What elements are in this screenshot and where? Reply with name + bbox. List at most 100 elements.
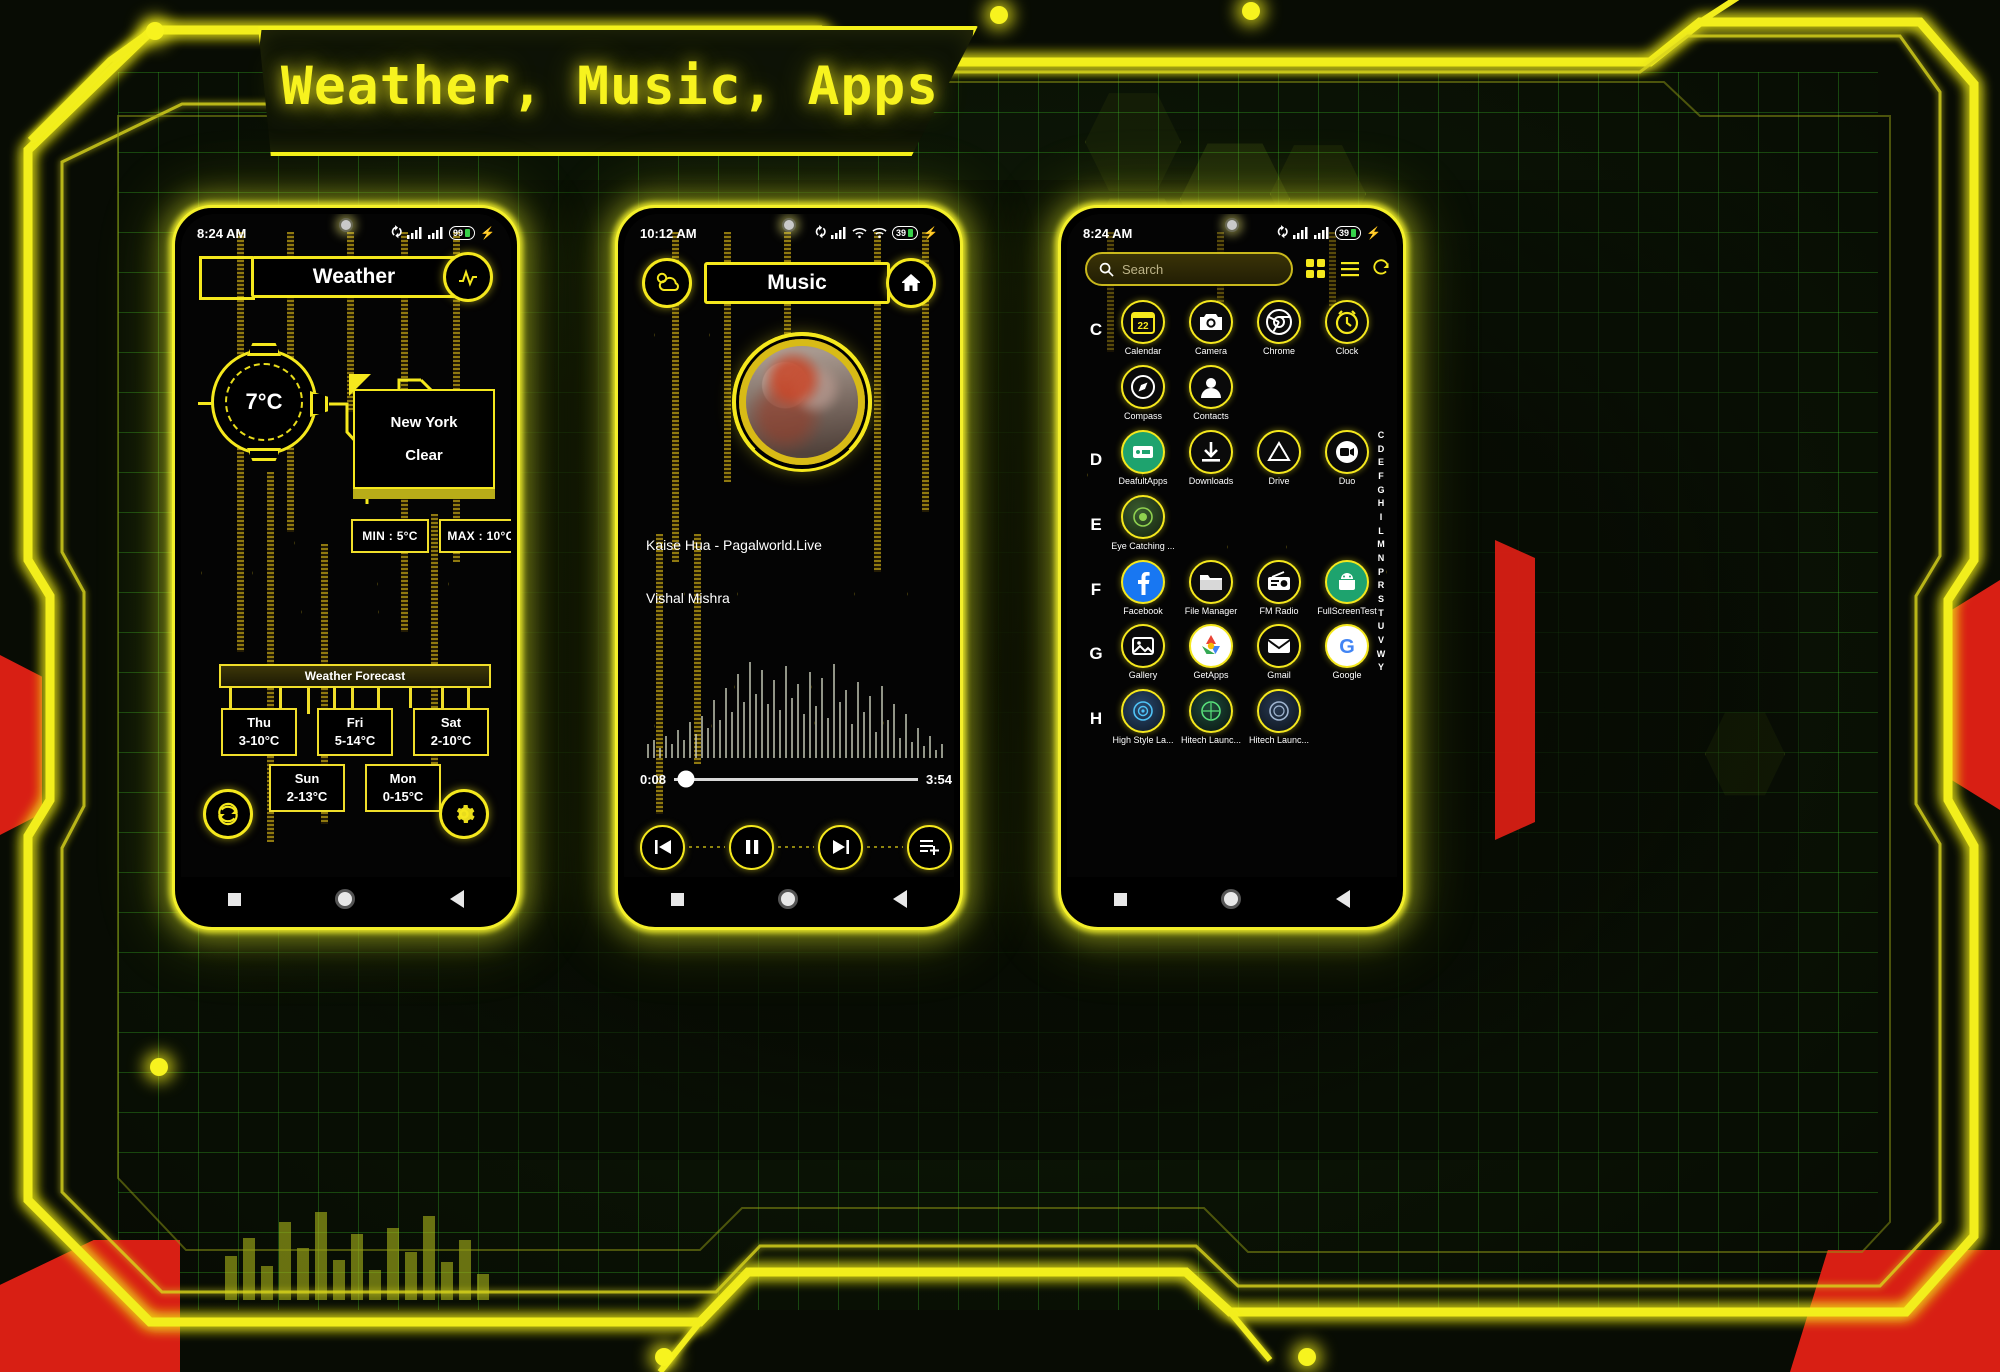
front-camera bbox=[782, 218, 796, 232]
az-index-letter[interactable]: N bbox=[1378, 552, 1385, 566]
seek-knob[interactable] bbox=[677, 770, 695, 788]
app-item[interactable]: Compass bbox=[1109, 364, 1177, 422]
forecast-range: 3-10°C bbox=[238, 733, 280, 748]
app-item[interactable]: FM Radio bbox=[1245, 559, 1313, 617]
search-input[interactable]: Search bbox=[1085, 252, 1293, 286]
app-item[interactable]: Hitech Launc... bbox=[1245, 689, 1313, 746]
app-item[interactable]: Gallery bbox=[1109, 624, 1177, 681]
az-index-letter[interactable]: G bbox=[1377, 484, 1384, 498]
recents-button[interactable] bbox=[1114, 892, 1128, 906]
previous-icon bbox=[654, 840, 671, 854]
grid-view-button[interactable] bbox=[1305, 258, 1327, 285]
next-button[interactable] bbox=[818, 824, 863, 870]
home-button[interactable] bbox=[335, 889, 356, 909]
app-item[interactable]: High Style La... bbox=[1109, 689, 1177, 746]
app-section: E Eye Catching ... bbox=[1083, 494, 1383, 558]
section-letter: C bbox=[1089, 320, 1103, 339]
menu-button[interactable] bbox=[1339, 258, 1361, 285]
battery-icon: 99 bbox=[449, 226, 476, 240]
seek-track[interactable] bbox=[674, 770, 918, 788]
app-item[interactable]: 22 Calendar bbox=[1109, 300, 1177, 357]
az-index-letter[interactable]: F bbox=[1378, 470, 1384, 484]
app-item[interactable]: Duo bbox=[1313, 429, 1381, 487]
playlist-add-button[interactable] bbox=[907, 824, 952, 870]
app-item[interactable]: GetApps bbox=[1177, 624, 1245, 681]
decor-ladders bbox=[624, 214, 954, 921]
city-weather-card: New York Clear bbox=[353, 389, 495, 489]
drawer-refresh-button[interactable] bbox=[1371, 258, 1391, 283]
app-item[interactable]: Clock bbox=[1313, 300, 1381, 357]
playback-controls bbox=[640, 819, 952, 875]
back-button[interactable] bbox=[449, 890, 464, 908]
app-item[interactable]: G Google bbox=[1313, 624, 1381, 681]
app-item[interactable]: Facebook bbox=[1109, 559, 1177, 617]
calendar-icon: 22 bbox=[1121, 300, 1165, 344]
az-index-letter[interactable]: P bbox=[1378, 566, 1384, 580]
music-title-text: Music bbox=[767, 271, 827, 294]
back-button[interactable] bbox=[1335, 890, 1350, 908]
app-item[interactable]: File Manager bbox=[1177, 559, 1245, 617]
music-home-button[interactable] bbox=[886, 258, 936, 308]
az-index-letter[interactable]: R bbox=[1378, 579, 1385, 593]
recents-button[interactable] bbox=[228, 892, 242, 906]
recents-button[interactable] bbox=[671, 892, 685, 906]
forecast-range: 0-15°C bbox=[382, 789, 424, 804]
bluetooth-icon: 🗘 bbox=[391, 224, 403, 239]
app-label: High Style La... bbox=[1112, 736, 1174, 746]
camera-icon bbox=[1189, 300, 1233, 344]
az-index-letter[interactable]: W bbox=[1377, 648, 1386, 662]
az-index-letter[interactable]: D bbox=[1378, 443, 1385, 457]
hitech2-icon bbox=[1257, 689, 1301, 734]
az-index-letter[interactable]: Y bbox=[1378, 661, 1384, 675]
title-banner: Weather, Music, Apps bbox=[250, 26, 970, 156]
pause-button[interactable] bbox=[729, 824, 774, 870]
app-item[interactable]: Gmail bbox=[1245, 624, 1313, 681]
compass-icon bbox=[1121, 364, 1165, 409]
app-item[interactable]: Downloads bbox=[1177, 429, 1245, 487]
az-index-letter[interactable]: I bbox=[1380, 511, 1383, 525]
next-icon bbox=[832, 840, 849, 854]
red-accent-right bbox=[1948, 580, 2000, 810]
frame-dot bbox=[146, 22, 164, 40]
az-index-scrubber[interactable]: CDEFGHILMNPRSTUVWY bbox=[1372, 429, 1390, 675]
frame-dot bbox=[1242, 2, 1260, 20]
back-button[interactable] bbox=[892, 890, 907, 908]
az-index-letter[interactable]: C bbox=[1378, 429, 1385, 443]
az-index-letter[interactable]: L bbox=[1378, 525, 1384, 539]
app-item[interactable]: Camera bbox=[1177, 300, 1245, 357]
app-item[interactable]: DeafultApps bbox=[1109, 429, 1177, 487]
status-icons: 🗘 99 ⚡ bbox=[391, 223, 495, 244]
weather-sync-button[interactable] bbox=[203, 789, 253, 839]
az-index-letter[interactable]: H bbox=[1378, 497, 1385, 511]
frame-dot bbox=[150, 1058, 168, 1076]
forecast-card: Sat 2-10°C bbox=[413, 708, 489, 756]
app-item[interactable]: Contacts bbox=[1177, 364, 1245, 422]
weather-settings-button[interactable] bbox=[439, 789, 489, 839]
section-letter: G bbox=[1089, 644, 1103, 664]
app-item[interactable]: Drive bbox=[1245, 429, 1313, 487]
previous-button[interactable] bbox=[640, 824, 685, 870]
az-index-letter[interactable]: U bbox=[1378, 620, 1385, 634]
az-index-letter[interactable]: T bbox=[1378, 607, 1384, 621]
google-icon: G bbox=[1325, 624, 1369, 669]
city-name: New York bbox=[390, 414, 458, 431]
az-index-letter[interactable]: V bbox=[1378, 634, 1384, 648]
az-index-letter[interactable]: M bbox=[1377, 538, 1385, 552]
app-item[interactable]: Hitech Launc... bbox=[1177, 689, 1245, 746]
wifi-icon bbox=[852, 228, 867, 239]
home-button[interactable] bbox=[1221, 889, 1242, 909]
app-label: Clock bbox=[1335, 347, 1359, 356]
seek-bar-row[interactable]: 0:08 3:54 bbox=[640, 766, 952, 792]
forecast-day: Sat bbox=[440, 715, 462, 731]
android-icon bbox=[1325, 559, 1369, 604]
app-label: File Manager bbox=[1184, 606, 1238, 616]
weather-activity-button[interactable] bbox=[443, 252, 493, 302]
app-item[interactable]: Eye Catching ... bbox=[1109, 494, 1177, 552]
az-index-letter[interactable]: S bbox=[1378, 593, 1384, 607]
app-item[interactable]: Chrome bbox=[1245, 300, 1313, 357]
az-index-letter[interactable]: E bbox=[1378, 456, 1384, 470]
music-weather-button[interactable] bbox=[642, 258, 692, 308]
app-item[interactable]: FullScreenTest bbox=[1313, 559, 1381, 617]
status-icons: 🗘 39 ⚡ bbox=[815, 223, 938, 244]
home-button[interactable] bbox=[778, 889, 799, 909]
